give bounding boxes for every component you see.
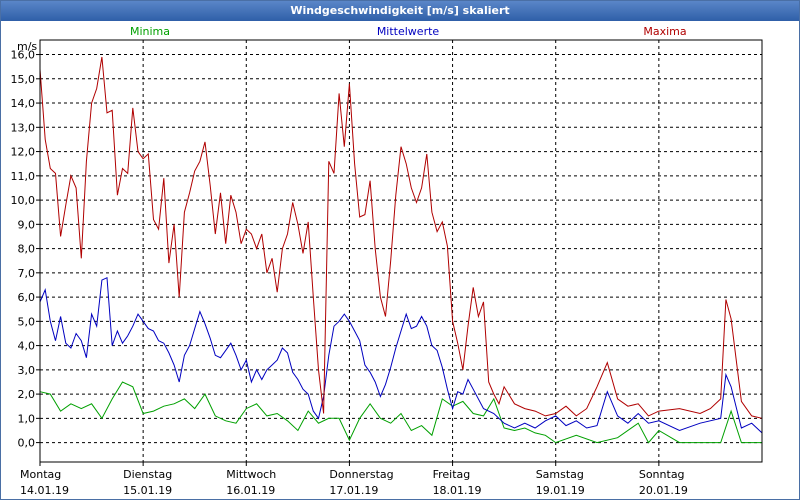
y-tick-label: 0,0 [18, 437, 36, 450]
x-day-label: Sonntag [639, 468, 685, 481]
x-date-label: 17.01.19 [329, 484, 378, 497]
x-date-label: 18.01.19 [433, 484, 482, 497]
y-tick-label: 10,0 [11, 194, 36, 207]
series-line-maxima [39, 56, 763, 419]
series-line-minima [39, 381, 762, 444]
y-tick-label: 14,0 [11, 97, 36, 110]
y-tick-label: 5,0 [18, 315, 36, 328]
y-tick-label: 7,0 [18, 267, 36, 280]
x-day-label: Samstag [536, 468, 584, 481]
y-tick-label: 3,0 [18, 364, 36, 377]
y-tick-label: 1,0 [18, 412, 36, 425]
y-tick-label: 13,0 [11, 121, 36, 134]
legend-maxima: Maxima [643, 25, 686, 38]
x-date-label: 15.01.19 [123, 484, 172, 497]
y-tick-label: 2,0 [18, 388, 36, 401]
wind-speed-chart: 0,0 1,0 2,0 3,0 4,0 5,0 6,0 7,0 8,0 9,0 10,0 11,0 12… [11, 25, 763, 497]
x-date-label: 16.01.19 [226, 484, 275, 497]
x-day-label: Freitag [433, 468, 471, 481]
y-tick-label: 9,0 [18, 218, 36, 231]
y-tick-label: 8,0 [18, 243, 36, 256]
y-tick-label: 4,0 [18, 340, 36, 353]
x-date-label: 14.01.19 [20, 484, 69, 497]
x-day-label: Montag [20, 468, 61, 481]
x-day-label: Dienstag [123, 468, 172, 481]
y-tick-label: 6,0 [18, 291, 36, 304]
y-tick-label: 12,0 [11, 146, 36, 159]
x-day-label: Donnerstag [329, 468, 393, 481]
y-axis-label: m/s [17, 40, 37, 53]
y-tick-label: 11,0 [11, 170, 36, 183]
y-tick-label: 15,0 [11, 73, 36, 86]
x-date-label: 20.01.19 [639, 484, 688, 497]
series-line-mittelwerte [39, 276, 763, 434]
x-date-label: 19.01.19 [536, 484, 585, 497]
x-day-label: Mittwoch [226, 468, 276, 481]
legend-minima: Minima [130, 25, 170, 38]
legend-mittelwerte: Mittelwerte [377, 25, 440, 38]
